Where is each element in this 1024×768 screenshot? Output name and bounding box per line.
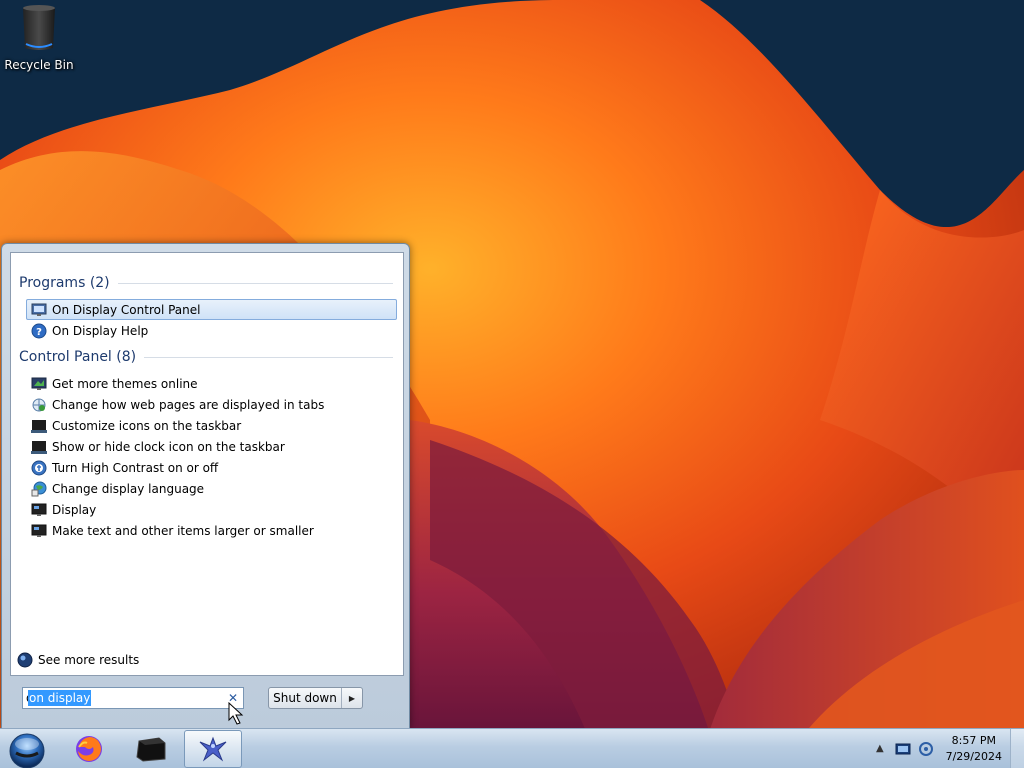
clock-time: 8:57 PM	[951, 734, 996, 747]
search-selected-text: on display	[28, 690, 92, 706]
result-get-more-themes-online[interactable]: Get more themes online	[26, 373, 397, 394]
app-icon	[199, 736, 227, 762]
search-results-icon	[17, 652, 33, 668]
network-icon[interactable]	[918, 741, 934, 757]
group-header-programs-label: Programs (2)	[19, 275, 110, 291]
result-change-display-language[interactable]: Change display language	[26, 478, 397, 499]
taskbar-terminal[interactable]	[122, 730, 180, 768]
result-label: On Display Control Panel	[52, 302, 201, 317]
shutdown-control: Shut down ▶	[268, 687, 363, 709]
recycle-bin-label: Recycle Bin	[4, 58, 74, 72]
show-hidden-icons-chevron-icon[interactable]: ▲	[876, 743, 884, 754]
help-icon: ?	[31, 323, 47, 338]
start-orb-icon[interactable]	[6, 731, 48, 768]
action-center-icon[interactable]	[895, 742, 911, 756]
show-desktop-button[interactable]	[1010, 729, 1024, 768]
ease-of-access-icon	[31, 460, 47, 475]
divider	[117, 282, 393, 284]
group-header-control-panel-label: Control Panel (8)	[19, 349, 137, 365]
see-more-results-label: See more results	[38, 653, 140, 667]
result-label: On Display Help	[52, 323, 149, 338]
mouse-cursor-icon	[228, 702, 244, 725]
result-on-display-control-panel[interactable]: On Display Control Panel	[26, 299, 397, 320]
result-label: Change how web pages are displayed in ta…	[52, 397, 325, 412]
result-change-web-pages-tabs[interactable]: Change how web pages are displayed in ta…	[26, 394, 397, 415]
result-label: Get more themes online	[52, 376, 198, 391]
svg-text:?: ?	[36, 327, 42, 338]
recycle-bin-icon	[23, 5, 55, 50]
monitor-icon	[31, 303, 47, 316]
search-box[interactable]: on display ✕	[22, 687, 244, 709]
taskbar-firefox[interactable]	[60, 730, 118, 768]
clock[interactable]: 8:57 PM 7/29/2024	[946, 733, 1002, 765]
result-label: Make text and other items larger or smal…	[52, 523, 314, 538]
result-show-hide-clock-icon[interactable]: Show or hide clock icon on the taskbar	[26, 436, 397, 457]
shutdown-options-arrow-icon[interactable]: ▶	[341, 688, 362, 708]
terminal-icon	[136, 737, 166, 762]
result-label: Customize icons on the taskbar	[52, 418, 242, 433]
personalization-icon	[31, 377, 47, 390]
result-high-contrast[interactable]: Turn High Contrast on or off	[26, 457, 397, 478]
shutdown-button[interactable]: Shut down	[269, 688, 341, 708]
group-header-programs: Programs (2)	[19, 274, 393, 292]
result-on-display-help[interactable]: ? On Display Help	[26, 320, 397, 341]
taskbar-app[interactable]	[184, 730, 242, 768]
clock-date: 7/29/2024	[945, 750, 1002, 763]
display-icon	[31, 524, 47, 537]
region-language-icon	[31, 481, 47, 496]
search-results-pane: Programs (2) On Display Control Panel ? …	[10, 252, 404, 676]
divider	[144, 356, 393, 358]
start-menu: Programs (2) On Display Control Panel ? …	[1, 243, 410, 729]
result-customize-icons-taskbar[interactable]: Customize icons on the taskbar	[26, 415, 397, 436]
result-label: Show or hide clock icon on the taskbar	[52, 439, 285, 454]
result-display[interactable]: Display	[26, 499, 397, 520]
result-label: Display	[52, 502, 97, 517]
result-label: Turn High Contrast on or off	[52, 460, 219, 475]
taskbar-icon	[31, 440, 47, 454]
display-icon	[31, 503, 47, 516]
see-more-results[interactable]: See more results	[17, 651, 139, 669]
result-label: Change display language	[52, 481, 205, 496]
firefox-icon	[76, 736, 102, 762]
system-tray: ▲ 8:57 PM 7/29/2024	[864, 729, 1024, 768]
recycle-bin[interactable]: Recycle Bin	[4, 4, 74, 76]
taskbar: ▲ 8:57 PM 7/29/2024	[0, 728, 1024, 768]
result-make-text-larger[interactable]: Make text and other items larger or smal…	[26, 520, 397, 541]
taskbar-icon	[31, 419, 47, 433]
internet-options-icon	[32, 398, 46, 411]
group-header-control-panel: Control Panel (8)	[19, 348, 393, 366]
